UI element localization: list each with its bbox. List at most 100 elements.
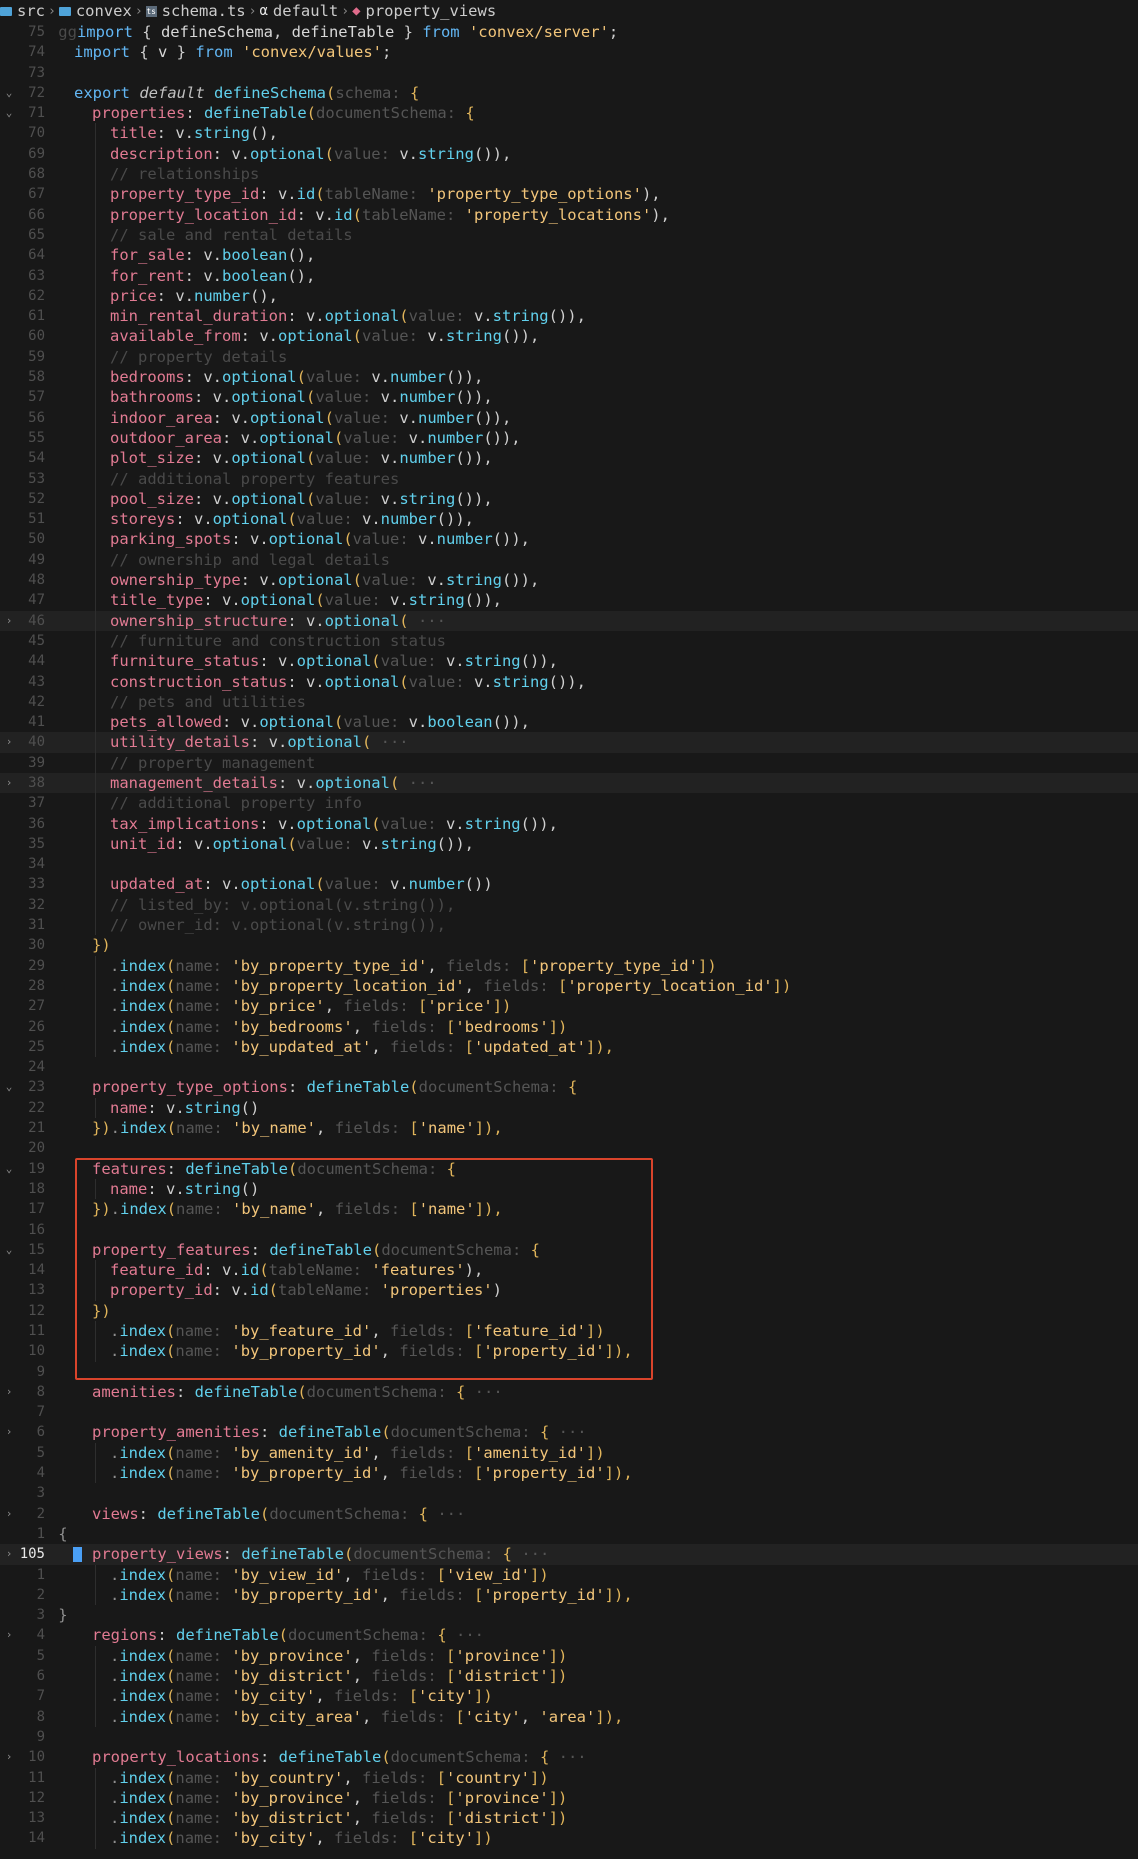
code-line[interactable]: 60 available_from: v.optional(value: v.st… <box>0 326 1138 347</box>
code-line[interactable]: › 38 management_details: v.optional( ··· <box>0 772 1138 794</box>
code-line[interactable]: 56 indoor_area: v.optional(value: v.numbe… <box>0 407 1138 428</box>
code-line[interactable]: 4 .index(name: 'by_property_id', fields: … <box>0 1463 1138 1484</box>
code-line[interactable]: 58 bedrooms: v.optional(value: v.number()… <box>0 367 1138 388</box>
code-line[interactable]: 33 updated_at: v.optional(value: v.number… <box>0 874 1138 895</box>
code-line[interactable]: 1{ <box>0 1524 1138 1544</box>
code-line[interactable]: › 10 property_locations: defineTable(docum… <box>0 1747 1138 1767</box>
code-line[interactable]: 65 // sale and rental details <box>0 224 1138 246</box>
code-line[interactable]: 3} <box>0 1605 1138 1625</box>
code-line[interactable]: 47 title_type: v.optional(value: v.string… <box>0 590 1138 611</box>
code-line[interactable]: ⌄ 15 property_features: defineTable(docume… <box>0 1240 1138 1260</box>
code-line[interactable]: 18 name: v.string() <box>0 1178 1138 1200</box>
code-line[interactable]: 48 ownership_type: v.optional(value: v.st… <box>0 570 1138 591</box>
code-line[interactable]: 12 .index(name: 'by_province', fields: ['… <box>0 1787 1138 1809</box>
code-line[interactable]: 43 construction_status: v.optional(value:… <box>0 671 1138 692</box>
breadcrumb-item-schema-ts[interactable]: ts schema.ts <box>145 2 246 20</box>
code-line[interactable]: 9 <box>0 1362 1138 1382</box>
code-line[interactable]: › 105 property_views: defineTable(document… <box>0 1544 1138 1565</box>
code-line[interactable]: 53 // additional property features <box>0 468 1138 489</box>
code-line[interactable]: 54 plot_size: v.optional(value: v.number(… <box>0 448 1138 469</box>
code-line[interactable]: 27 .index(name: 'by_price', fields: ['pri… <box>0 996 1138 1017</box>
code-line[interactable]: 3 <box>0 1483 1138 1503</box>
breadcrumb-item-property-views[interactable]: ◆ property_views <box>352 2 496 20</box>
code-line[interactable]: 13 property_id: v.id(tableName: 'properti… <box>0 1280 1138 1301</box>
code-line[interactable]: 9 <box>0 1727 1138 1747</box>
code-line[interactable]: 11 .index(name: 'by_feature_id', fields: … <box>0 1321 1138 1342</box>
code-editor[interactable]: 75 ggimport { defineSchema, defineTable }… <box>0 22 1138 1849</box>
breadcrumb-item-default[interactable]: α default <box>259 2 338 20</box>
code-line[interactable]: 7 .index(name: 'by_city', fields: ['city'… <box>0 1686 1138 1707</box>
code-line[interactable]: 29 .index(name: 'by_property_type_id', fi… <box>0 955 1138 976</box>
code-line[interactable]: 12}) <box>0 1301 1138 1321</box>
code-line[interactable]: 22 name: v.string() <box>0 1097 1138 1119</box>
code-line[interactable]: 52 pool_size: v.optional(value: v.string(… <box>0 488 1138 510</box>
code-line[interactable]: 37 // additional property info <box>0 793 1138 814</box>
code-line[interactable]: 68 // relationships <box>0 164 1138 185</box>
code-line[interactable]: 13 .index(name: 'by_district', fields: ['… <box>0 1808 1138 1829</box>
code-line[interactable]: 75 ggimport { defineSchema, defineTable }… <box>0 22 1138 42</box>
code-line[interactable]: 64 for_sale: v.boolean(), <box>0 245 1138 266</box>
code-line[interactable]: 50 parking_spots: v.optional(value: v.num… <box>0 529 1138 550</box>
code-line[interactable]: 61 min_rental_duration: v.optional(value:… <box>0 306 1138 327</box>
code-line[interactable]: 32 // listed_by: v.optional(v.string()), <box>0 894 1138 916</box>
code-line[interactable]: 73 <box>0 63 1138 83</box>
code-line[interactable]: 44 furniture_status: v.optional(value: v.… <box>0 651 1138 672</box>
code-line[interactable]: 25 .index(name: 'by_updated_at', fields: … <box>0 1036 1138 1058</box>
code-line[interactable]: 11 .index(name: 'by_country', fields: ['c… <box>0 1767 1138 1788</box>
code-token: ( <box>352 205 362 224</box>
code-line[interactable]: 1 .index(name: 'by_view_id', fields: ['vi… <box>0 1564 1138 1585</box>
code-line[interactable]: 7 <box>0 1402 1138 1422</box>
code-line[interactable]: 42 // pets and utilities <box>0 691 1138 713</box>
code-line[interactable]: 2 .index(name: 'by_property_id', fields: … <box>0 1584 1138 1606</box>
code-line[interactable]: 21}).index(name: 'by_name', fields: ['na… <box>0 1118 1138 1138</box>
code-line[interactable]: 45 // furniture and construction status <box>0 630 1138 652</box>
code-line[interactable]: 5 .index(name: 'by_amenity_id', fields: [… <box>0 1442 1138 1464</box>
code-line[interactable]: 5 .index(name: 'by_province', fields: ['p… <box>0 1645 1138 1667</box>
code-line[interactable]: 69 description: v.optional(value: v.strin… <box>0 143 1138 165</box>
code-line[interactable]: 31 // owner_id: v.optional(v.string()), <box>0 915 1138 936</box>
code-line[interactable]: 51 storeys: v.optional(value: v.number())… <box>0 509 1138 530</box>
code-line[interactable]: 34 <box>0 854 1138 875</box>
code-line[interactable]: 20 <box>0 1138 1138 1158</box>
code-line[interactable]: 35 unit_id: v.optional(value: v.string())… <box>0 833 1138 855</box>
code-line[interactable]: 30}) <box>0 935 1138 955</box>
code-line[interactable]: ⌄ 23 property_type_options: defineTable(do… <box>0 1077 1138 1097</box>
code-line[interactable]: 49 // ownership and legal details <box>0 549 1138 571</box>
breadcrumb-item-src[interactable]: src <box>0 2 45 20</box>
code-line[interactable]: ⌄ 72 export default defineSchema(schema: { <box>0 83 1138 103</box>
code-line[interactable]: 41 pets_allowed: v.optional(value: v.bool… <box>0 712 1138 733</box>
code-line[interactable]: ⌄ 19 features: defineTable(documentSchema:… <box>0 1159 1138 1179</box>
code-line[interactable]: › 46 ownership_structure: v.optional( ··· <box>0 610 1138 631</box>
code-line[interactable]: › 6 property_amenities: defineTable(docume… <box>0 1422 1138 1442</box>
code-line[interactable]: 67 property_type_id: v.id(tableName: 'pro… <box>0 184 1138 205</box>
code-line[interactable]: › 2 views: defineTable(documentSchema: { ·… <box>0 1504 1138 1524</box>
code-line[interactable]: 10 .index(name: 'by_property_id', fields:… <box>0 1341 1138 1362</box>
code-line[interactable]: 70 title: v.string(), <box>0 123 1138 144</box>
code-line[interactable]: › 40 utility_details: v.optional( ··· <box>0 732 1138 753</box>
code-line[interactable]: 14 .index(name: 'by_city', fields: ['city… <box>0 1828 1138 1849</box>
code-line[interactable]: 14 feature_id: v.id(tableName: 'features'… <box>0 1260 1138 1281</box>
breadcrumb-item-convex[interactable]: convex <box>58 2 132 20</box>
code-line[interactable]: 66 property_location_id: v.id(tableName: … <box>0 204 1138 225</box>
code-line[interactable]: 55 outdoor_area: v.optional(value: v.numb… <box>0 427 1138 449</box>
code-token: , <box>352 1809 372 1828</box>
code-line[interactable]: 24 <box>0 1057 1138 1077</box>
code-line[interactable]: 57 bathrooms: v.optional(value: v.number(… <box>0 387 1138 408</box>
code-line[interactable]: 16 <box>0 1220 1138 1240</box>
code-line[interactable]: 28 .index(name: 'by_property_location_id'… <box>0 975 1138 997</box>
code-line[interactable]: 62 price: v.number(), <box>0 285 1138 307</box>
code-line[interactable]: 26 .index(name: 'by_bedrooms', fields: ['… <box>0 1016 1138 1037</box>
code-line[interactable]: 39 // property management <box>0 752 1138 773</box>
code-token: ]), <box>604 1342 633 1361</box>
code-line[interactable]: 63 for_rent: v.boolean(), <box>0 265 1138 286</box>
code-line[interactable]: 59 // property details <box>0 346 1138 368</box>
code-line[interactable]: 74 import { v } from 'convex/values'; <box>0 42 1138 62</box>
code-line[interactable]: 36 tax_implications: v.optional(value: v.… <box>0 813 1138 834</box>
code-token: ( <box>166 1119 177 1138</box>
code-line[interactable]: 6 .index(name: 'by_district', fields: ['d… <box>0 1666 1138 1687</box>
code-line[interactable]: ⌄ 71 properties: defineTable(documentSchem… <box>0 103 1138 123</box>
code-line[interactable]: 17}).index(name: 'by_name', fields: ['na… <box>0 1199 1138 1219</box>
code-line[interactable]: › 8 amenities: defineTable(documentSchema:… <box>0 1382 1138 1402</box>
code-line[interactable]: › 4 regions: defineTable(documentSchema: {… <box>0 1625 1138 1645</box>
code-line[interactable]: 8 .index(name: 'by_city_area', fields: ['… <box>0 1706 1138 1727</box>
